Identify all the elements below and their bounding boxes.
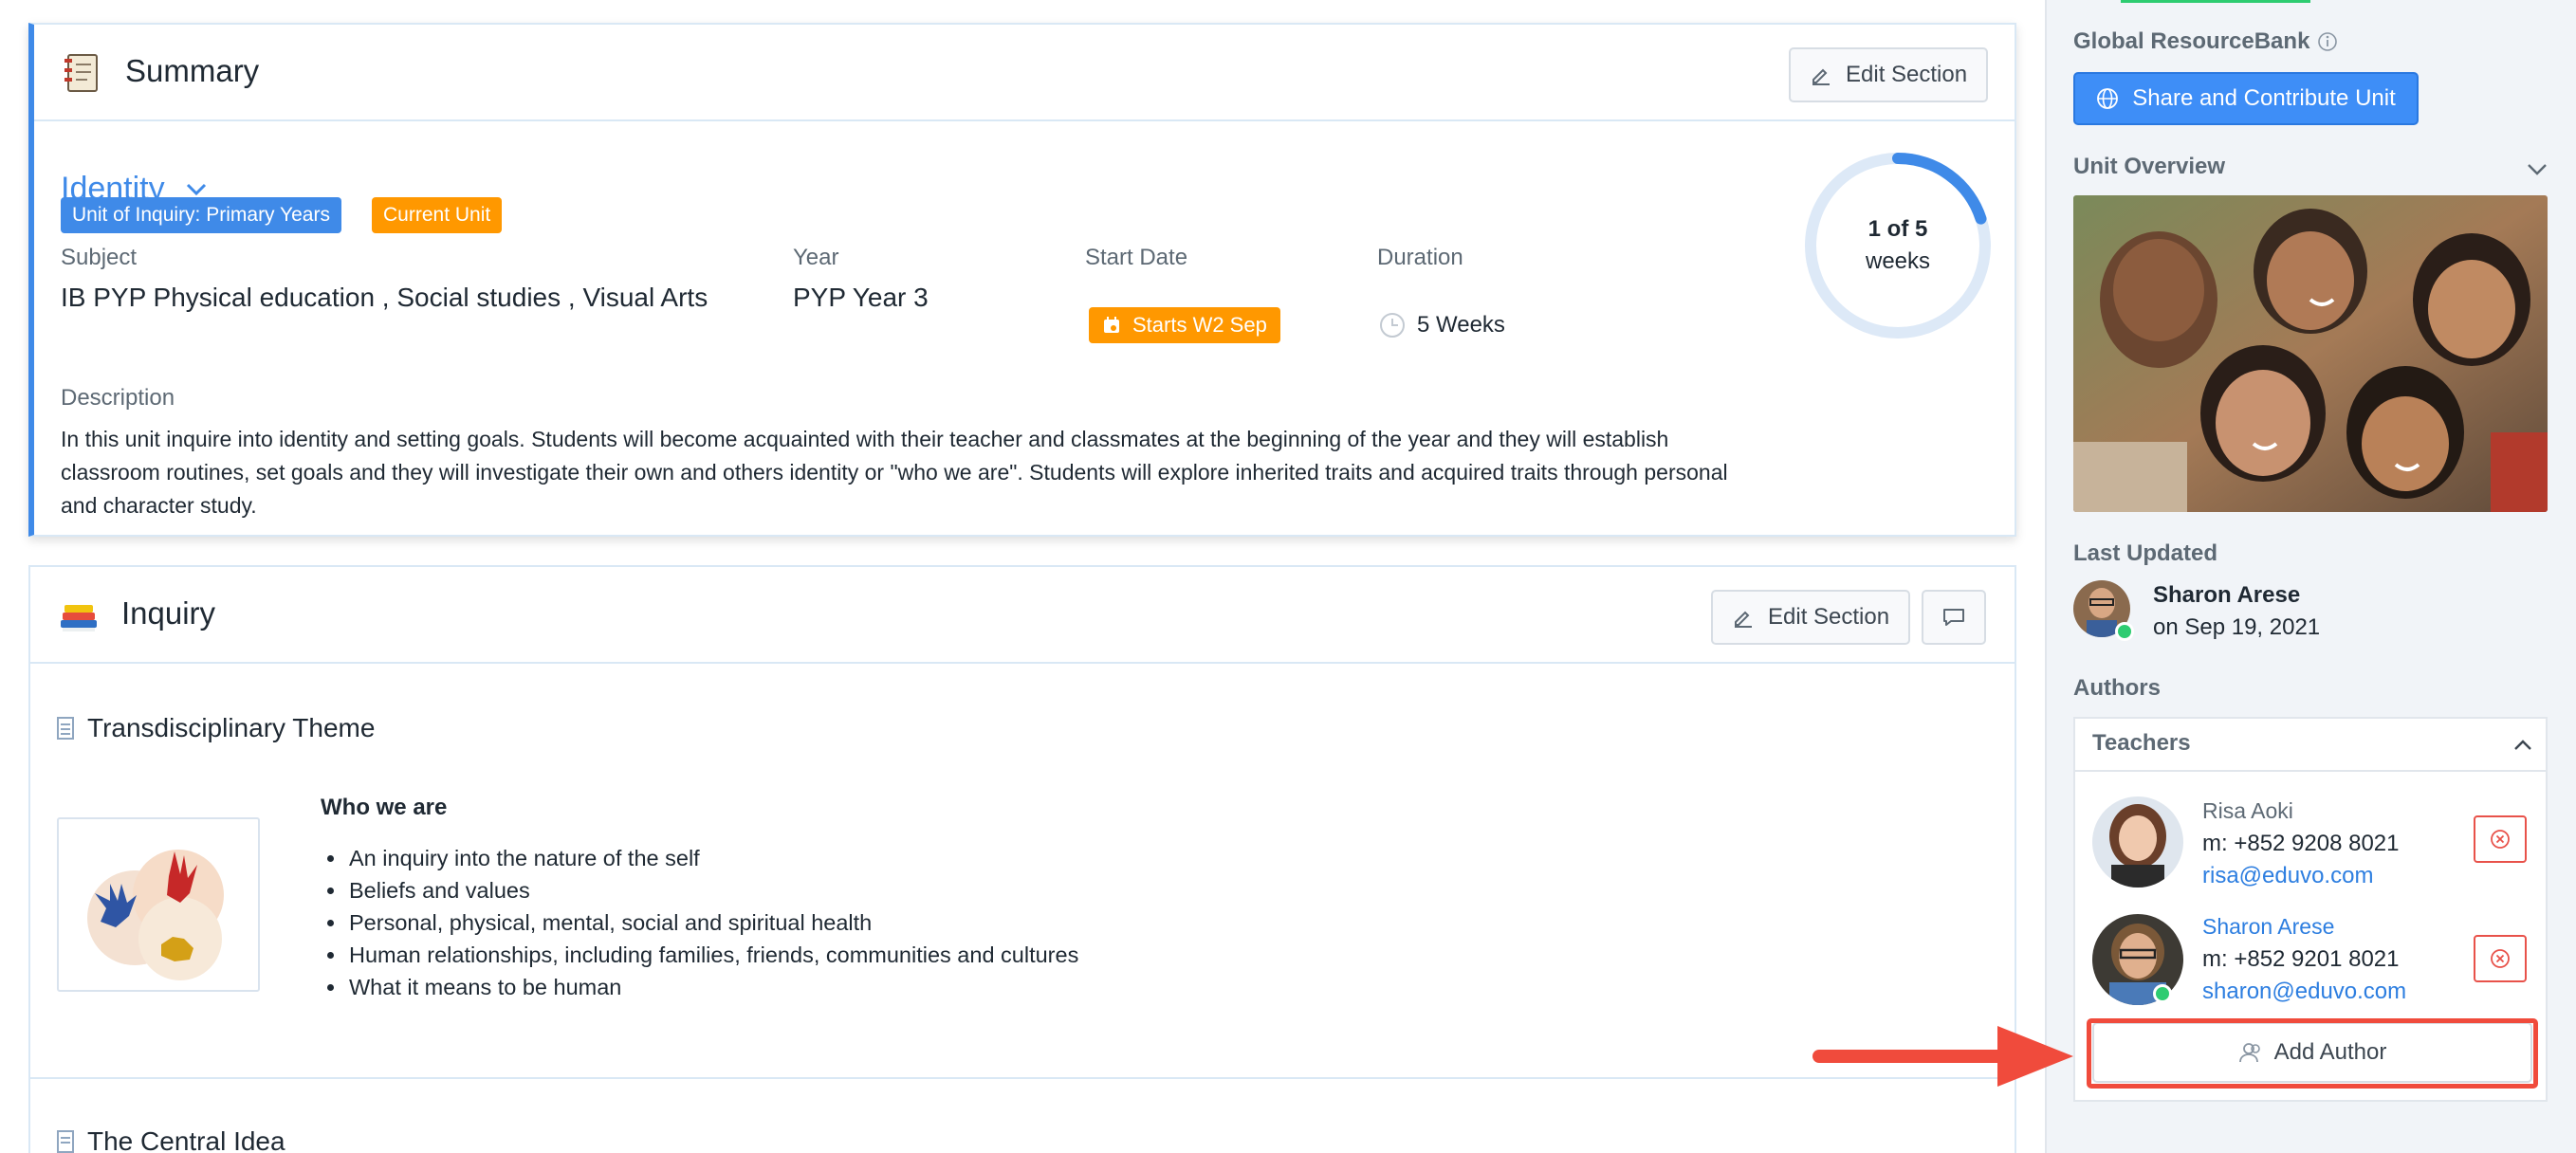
comment-button[interactable] xyxy=(1922,590,1986,645)
chevron-up-icon[interactable] xyxy=(2513,740,2532,751)
theme-heading: Who we are xyxy=(321,795,448,820)
books-icon xyxy=(57,594,101,637)
duration: 5 Weeks xyxy=(1379,307,1505,343)
list-item: What it means to be human xyxy=(347,971,1078,1003)
teacher-phone: m: +852 9201 8021 xyxy=(2202,946,2400,972)
progress-unit: weeks xyxy=(1865,248,1931,274)
teachers-title: Teachers xyxy=(2092,730,2191,756)
last-updated-name: Sharon Arese xyxy=(2153,582,2301,608)
main-content: Summary Edit Section Identity Unit of In… xyxy=(0,0,2045,1153)
list-item: Personal, physical, mental, social and s… xyxy=(347,906,1078,939)
document-icon xyxy=(57,717,74,740)
calendar-icon xyxy=(1104,317,1119,333)
edit-section-button[interactable]: Edit Section xyxy=(1789,47,1989,102)
teacher-name[interactable]: Sharon Arese xyxy=(2202,914,2334,940)
program-badge: Unit of Inquiry: Primary Years xyxy=(61,197,341,233)
pencil-icon xyxy=(1735,611,1752,628)
theme-section-title: Transdisciplinary Theme xyxy=(57,713,375,743)
summary-title: Summary xyxy=(125,53,260,88)
edit-section-label: Edit Section xyxy=(1846,62,1968,87)
teacher-email[interactable]: sharon@eduvo.com xyxy=(2202,979,2406,1005)
last-updated-date: on Sep 19, 2021 xyxy=(2153,614,2321,640)
duration-value: 5 Weeks xyxy=(1417,312,1505,338)
edit-section-label: Edit Section xyxy=(1768,604,1890,630)
resourcebank-text: Global ResourceBank xyxy=(2073,28,2310,54)
progress-count: 1 of 5 xyxy=(1868,216,1928,242)
central-idea-label: The Central Idea xyxy=(87,1126,285,1153)
description-label: Description xyxy=(61,385,175,411)
globe-icon xyxy=(2097,88,2119,109)
start-date-badge: Starts W2 Sep xyxy=(1089,307,1280,343)
remove-author-button[interactable] xyxy=(2474,935,2527,982)
current-unit-badge: Current Unit xyxy=(372,197,503,233)
share-contribute-button[interactable]: Share and Contribute Unit xyxy=(2073,72,2419,125)
summary-card: Summary Edit Section Identity Unit of In… xyxy=(28,23,2016,537)
theme-image xyxy=(57,817,260,992)
list-item: An inquiry into the nature of the self xyxy=(347,842,1078,874)
remove-icon xyxy=(2491,830,2510,849)
online-indicator xyxy=(2153,984,2172,1003)
unit-overview-label: Unit Overview xyxy=(2073,154,2226,179)
list-item: Beliefs and values xyxy=(347,874,1078,906)
comment-icon xyxy=(1943,609,1964,626)
summary-header: Summary Edit Section xyxy=(34,25,2015,121)
chevron-down-icon[interactable] xyxy=(2527,163,2548,176)
start-date-label: Start Date xyxy=(1085,245,1188,270)
central-idea-title: The Central Idea xyxy=(57,1126,285,1153)
authors-label: Authors xyxy=(2073,675,2161,701)
avatar xyxy=(2092,796,2183,888)
info-icon[interactable] xyxy=(2317,31,2338,52)
teacher-phone: m: +852 9208 8021 xyxy=(2202,831,2400,856)
top-accent-line xyxy=(2121,0,2310,3)
description-text: In this unit inquire into identity and s… xyxy=(61,427,1728,518)
remove-icon xyxy=(2491,949,2510,968)
clock-icon xyxy=(1380,313,1405,338)
inquiry-header: Inquiry Edit Section xyxy=(30,567,2015,664)
arrow-icon xyxy=(1812,1026,2073,1087)
divider xyxy=(30,1077,2015,1079)
highlight-box xyxy=(2087,1018,2538,1089)
duration-label: Duration xyxy=(1377,245,1463,270)
resourcebank-label: Global ResourceBank xyxy=(2073,28,2338,55)
last-updated-label: Last Updated xyxy=(2073,540,2218,566)
edit-section-button[interactable]: Edit Section xyxy=(1711,590,1911,645)
progress-text: 1 of 5 weeks xyxy=(1800,148,1996,343)
share-contribute-label: Share and Contribute Unit xyxy=(2132,85,2396,111)
year-value: PYP Year 3 xyxy=(793,283,929,312)
online-indicator xyxy=(2115,622,2134,641)
list-item: Human relationships, including families,… xyxy=(347,939,1078,971)
subject-value: IB PYP Physical education , Social studi… xyxy=(61,283,708,312)
chevron-down-icon xyxy=(186,183,206,195)
inquiry-title: Inquiry xyxy=(121,595,216,631)
inquiry-card: Inquiry Edit Section Transdisciplinary T… xyxy=(28,565,2016,1153)
document-icon xyxy=(57,1130,74,1153)
start-date-value: Starts W2 Sep xyxy=(1132,313,1267,337)
teacher-name: Risa Aoki xyxy=(2202,798,2293,823)
teacher-email[interactable]: risa@eduvo.com xyxy=(2202,863,2373,889)
unit-overview-image xyxy=(2073,195,2548,512)
pencil-icon xyxy=(1812,68,1830,85)
year-label: Year xyxy=(793,245,839,270)
remove-author-button[interactable] xyxy=(2474,815,2527,863)
theme-list: An inquiry into the nature of the self B… xyxy=(347,842,1078,1003)
theme-title: Transdisciplinary Theme xyxy=(87,713,376,742)
subject-label: Subject xyxy=(61,245,138,270)
notebook-icon xyxy=(61,51,104,95)
teachers-header[interactable]: Teachers xyxy=(2075,719,2546,772)
